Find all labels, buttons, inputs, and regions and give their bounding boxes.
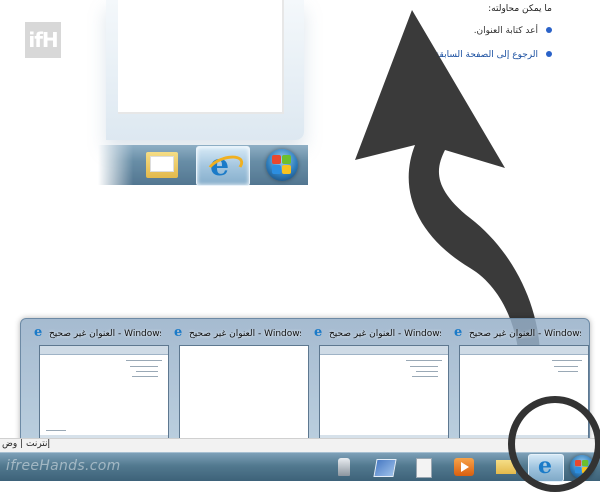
suggestion-retype-address: أعد كتابة العنوان.: [292, 26, 552, 36]
thumbnail-screen: [39, 345, 169, 441]
bullet-icon: [546, 51, 552, 57]
error-heading: ما يمكن محاولته:: [488, 4, 552, 14]
zoomed-folder-button[interactable]: [136, 146, 188, 184]
files-icon: [416, 458, 432, 478]
ifh-logo: ifH: [25, 22, 61, 58]
thumbnail-window-1[interactable]: e العنوان غير صحيح - Windows Inter...: [29, 325, 169, 441]
media-center-icon: [338, 458, 350, 476]
suggestion-go-back-link[interactable]: الرجوع إلى الصفحة السابقة.: [292, 50, 552, 60]
thumbnail-screen: [179, 345, 309, 441]
taskbar-media-center-button[interactable]: [328, 454, 362, 480]
thumbnail-title-bar: e العنوان غير صحيح - Windows Inter...: [169, 325, 303, 343]
zoomed-start-button[interactable]: [256, 146, 306, 184]
zoomed-ie-button[interactable]: e: [196, 146, 250, 186]
status-zone-text: إنترنت | وض: [2, 439, 51, 449]
internet-explorer-icon: e: [454, 325, 463, 340]
thumbnail-title: العنوان غير صحيح - Windows Inter...: [469, 329, 581, 339]
zoomed-window-frame: [106, 0, 304, 140]
thumbnail-title-bar: e العنوان غير صحيح - Windows Inter...: [29, 325, 163, 343]
bullet-icon: [546, 27, 552, 33]
thumbnail-title-bar: e العنوان غير صحيح - Windows Inter...: [309, 325, 443, 343]
ie-error-panel: ما يمكن محاولته: أعد كتابة العنوان. الرج…: [292, 4, 552, 74]
thumbnail-window-2[interactable]: e العنوان غير صحيح - Windows Inter...: [169, 325, 309, 441]
taskbar-document-button[interactable]: [366, 454, 400, 480]
suggestion-label: أعد كتابة العنوان.: [473, 26, 538, 36]
thumbnail-screen: [319, 345, 449, 441]
thumbnail-title: العنوان غير صحيح - Windows Inter...: [329, 329, 441, 339]
thumbnail-title: العنوان غير صحيح - Windows Inter...: [49, 329, 161, 339]
thumbnail-title: العنوان غير صحيح - Windows Inter...: [189, 329, 301, 339]
zoomed-taskbar-inset: e: [98, 0, 310, 186]
highlight-circle-annotation: [508, 396, 600, 492]
folder-paper-icon: [150, 156, 174, 172]
zoomed-window-content: [118, 0, 284, 114]
internet-explorer-icon: e: [34, 325, 43, 340]
thumbnail-title-bar: e العنوان غير صحيح - Windows Inter...: [449, 325, 583, 343]
taskbar-media-player-button[interactable]: [446, 454, 480, 480]
windows-flag-icon: [272, 155, 292, 175]
site-watermark: ifreeHands.com: [6, 458, 121, 474]
thumbnail-window-3[interactable]: e العنوان غير صحيح - Windows Inter...: [309, 325, 449, 441]
play-icon: [461, 462, 469, 472]
suggestion-list: أعد كتابة العنوان. الرجوع إلى الصفحة الس…: [292, 26, 552, 60]
document-icon: [373, 459, 397, 477]
internet-explorer-icon: e: [314, 325, 323, 340]
taskbar-thumbnail-preview: e العنوان غير صحيح - Windows Inter... e …: [20, 318, 590, 448]
taskbar-files-button[interactable]: [406, 454, 440, 480]
suggestion-label[interactable]: الرجوع إلى الصفحة السابقة.: [432, 50, 538, 60]
internet-explorer-icon: e: [174, 325, 183, 340]
